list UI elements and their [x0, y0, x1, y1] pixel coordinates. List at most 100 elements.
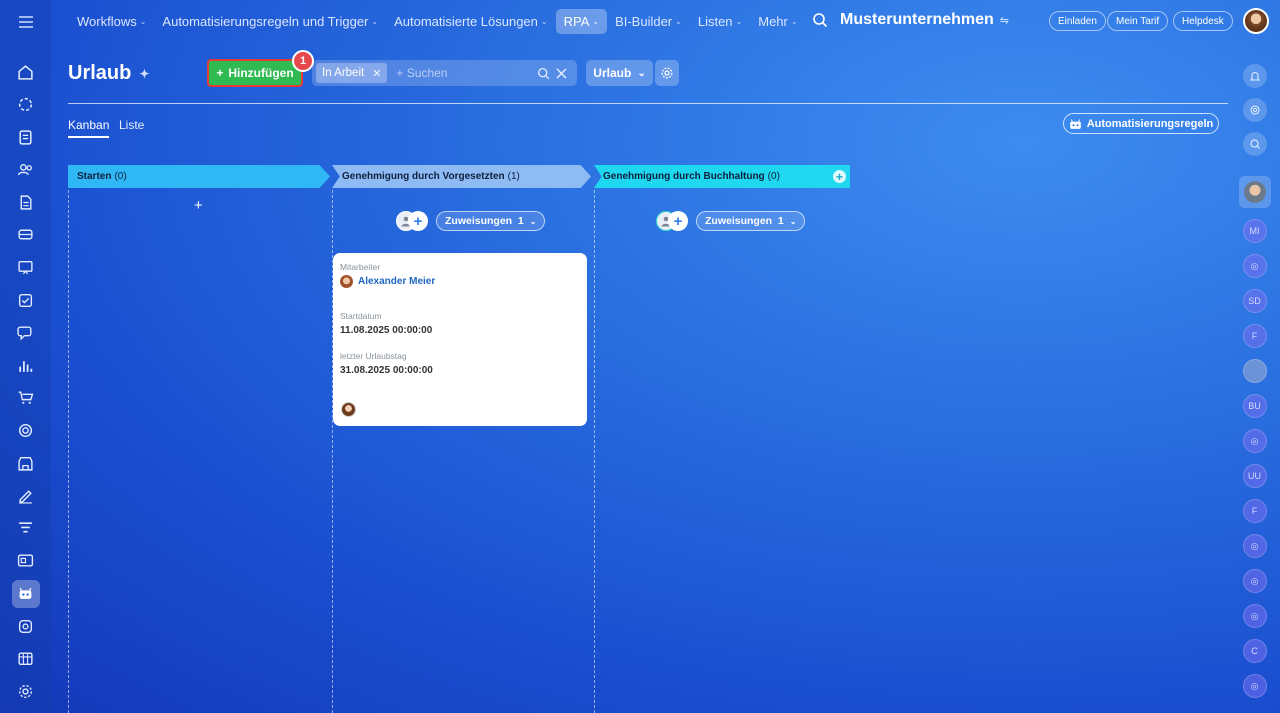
nav-automation-rules[interactable]: Automatisierungsregeln und Trigger ⌄ — [154, 9, 386, 34]
column-header-genehmigung-buchhaltung[interactable]: Genehmigung durch Buchhaltung (0) — [594, 165, 850, 188]
contact-f[interactable]: F — [1242, 499, 1267, 523]
contacts-icon[interactable] — [12, 156, 40, 184]
copilot-bot-icon[interactable]: ◎ — [1242, 534, 1267, 558]
analytics-icon[interactable] — [12, 351, 40, 379]
nav-rpa[interactable]: RPA ⌄ — [555, 9, 608, 34]
contact-uu[interactable]: UU — [1242, 464, 1267, 488]
tasks-doc-icon[interactable] — [12, 123, 40, 151]
contact-f[interactable]: F — [1242, 324, 1267, 348]
employee-label: Mitarbeiter — [340, 262, 381, 272]
search-icon[interactable] — [537, 67, 550, 80]
contact-c[interactable]: C — [1242, 639, 1267, 663]
company-switcher[interactable]: Musterunternehmen ⇋ — [840, 11, 1009, 29]
page-title-text: Urlaub — [68, 62, 132, 84]
nav-label: Workflows — [77, 14, 137, 29]
filter-search-box[interactable]: In Arbeit ✕ + Suchen — [312, 60, 577, 86]
invite-button[interactable]: Einladen — [1049, 11, 1106, 31]
switch-icon: ⇋ — [999, 14, 1010, 27]
column-header-starten[interactable]: Starten (0) — [68, 165, 330, 188]
copilot-bot-icon[interactable]: ◎ — [1242, 674, 1267, 698]
view-select-label: Urlaub — [593, 66, 632, 80]
column-divider — [594, 190, 595, 713]
store-icon[interactable] — [12, 449, 40, 477]
company-name: Musterunternehmen — [840, 11, 994, 28]
nav-listen[interactable]: Listen ⌄ — [690, 9, 750, 34]
search-icon[interactable] — [812, 12, 830, 30]
id-card-icon[interactable] — [12, 547, 40, 575]
nav-label: Mehr — [758, 14, 788, 29]
rpa-robot-icon[interactable] — [11, 579, 40, 608]
assignee-avatars[interactable]: + — [396, 211, 428, 231]
target-icon[interactable] — [12, 417, 40, 445]
plus-icon: + — [216, 66, 224, 80]
column-count: (0) — [767, 171, 780, 182]
column-header-genehmigung-vorgesetzten[interactable]: Genehmigung durch Vorgesetzten (1) — [332, 165, 591, 188]
copilot-bot-icon[interactable]: ◎ — [1242, 569, 1267, 593]
close-icon[interactable]: ✕ — [372, 67, 381, 80]
contact-mi[interactable]: MI — [1242, 219, 1267, 243]
pin-icon[interactable]: ✦ — [139, 67, 149, 81]
cart-icon[interactable] — [12, 384, 40, 412]
column-title: Genehmigung durch Buchhaltung — [603, 171, 765, 182]
contact-avatar-active[interactable] — [1238, 176, 1271, 208]
chat-icon[interactable] — [12, 319, 40, 347]
filter-chip[interactable]: In Arbeit ✕ — [316, 63, 388, 83]
search-input[interactable]: + Suchen — [396, 66, 537, 80]
nav-mehr[interactable]: Mehr ⌄ — [750, 9, 805, 34]
contact-bu[interactable]: BU — [1242, 394, 1267, 418]
header-divider — [68, 103, 1228, 104]
assignments-dropdown[interactable]: Zuweisungen 1 ⌄ — [436, 211, 546, 231]
documents-icon[interactable] — [12, 188, 40, 216]
my-plan-button[interactable]: Mein Tarif — [1107, 11, 1169, 31]
add-button[interactable]: + Hinzufügen — [207, 59, 303, 87]
feed-icon[interactable] — [12, 91, 40, 119]
automation-rules-button[interactable]: Automatisierungsregeln — [1063, 113, 1219, 134]
home-icon[interactable] — [12, 58, 40, 86]
tab-kanban[interactable]: Kanban — [68, 118, 110, 138]
contact-photo-avatar[interactable] — [1242, 359, 1267, 383]
copilot-icon[interactable] — [1242, 98, 1267, 122]
inbox-icon[interactable] — [12, 221, 40, 249]
tab-liste[interactable]: Liste — [119, 118, 144, 132]
add-button-label: Hinzufügen — [228, 66, 294, 80]
clear-icon[interactable] — [556, 67, 567, 79]
contact-sd[interactable]: SD — [1242, 289, 1267, 313]
add-assignee-icon[interactable]: + — [408, 211, 428, 231]
page-title: Urlaub ✦ — [68, 62, 149, 85]
helpdesk-button[interactable]: Helpdesk — [1173, 11, 1233, 31]
filter-funnel-icon[interactable] — [12, 514, 40, 542]
nav-bi-builder[interactable]: BI-Builder ⌄ — [607, 9, 690, 34]
automation-rules-label: Automatisierungsregeln — [1086, 117, 1214, 130]
hamburger-menu-icon[interactable] — [14, 10, 38, 34]
checkbox-icon[interactable] — [12, 286, 40, 314]
add-assignee-icon[interactable]: + — [668, 211, 688, 231]
notifications-bell-icon[interactable] — [1242, 64, 1267, 88]
nav-label: Automatisierte Lösungen — [394, 14, 538, 29]
calendar-grid-icon[interactable] — [12, 645, 40, 673]
settings-gear-icon[interactable] — [12, 677, 40, 705]
add-card-plus-icon[interactable]: + — [194, 197, 203, 214]
sign-icon[interactable] — [12, 482, 40, 510]
assignments-dropdown[interactable]: Zuweisungen 1 ⌄ — [696, 211, 806, 231]
user-avatar[interactable] — [1243, 8, 1269, 34]
employee-name-link[interactable]: Alexander Meier — [358, 276, 435, 287]
filter-icons — [537, 67, 567, 80]
employee-avatar — [340, 275, 353, 288]
copilot-bot-icon[interactable]: ◎ — [1242, 254, 1267, 278]
add-column-icon[interactable]: + — [833, 170, 846, 184]
employee-row: Alexander Meier — [340, 275, 580, 288]
responsible-avatar[interactable] — [341, 402, 356, 417]
kanban-card[interactable]: Mitarbeiter Alexander Meier Startdatum 1… — [333, 253, 587, 426]
settings-button[interactable] — [655, 60, 679, 86]
nav-automated-solutions[interactable]: Automatisierte Lösungen ⌄ — [386, 9, 556, 34]
copilot-bot-icon[interactable]: ◎ — [1242, 604, 1267, 628]
assignee-avatars[interactable]: + — [656, 211, 688, 231]
presentation-icon[interactable] — [12, 254, 40, 282]
nav-workflows[interactable]: Workflows ⌄ — [69, 9, 154, 34]
avatar — [1243, 181, 1266, 203]
search-chat-icon[interactable] — [1242, 132, 1267, 156]
disk-icon[interactable] — [12, 612, 40, 640]
nav-label: BI-Builder — [615, 14, 673, 29]
copilot-bot-icon[interactable]: ◎ — [1242, 429, 1267, 453]
view-select-button[interactable]: Urlaub ⌄ — [586, 60, 653, 86]
